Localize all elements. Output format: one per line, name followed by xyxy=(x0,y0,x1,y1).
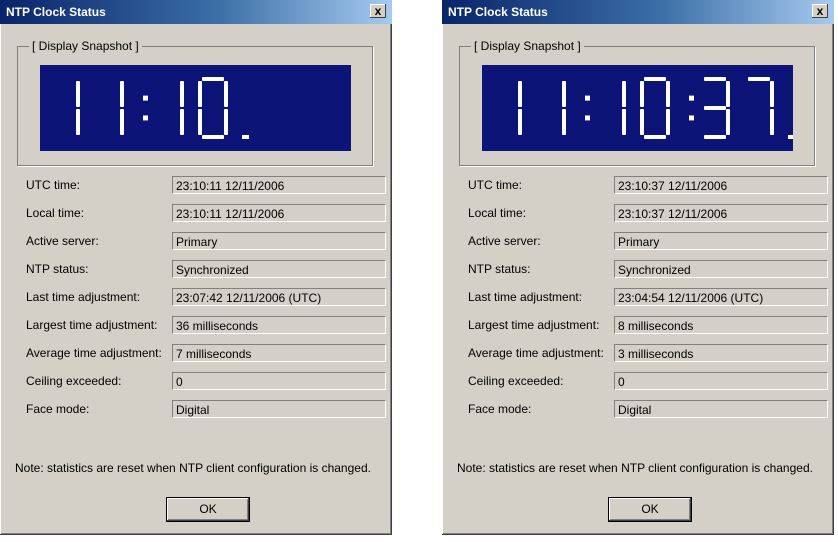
ntp-status-value: Synchronized xyxy=(614,260,828,278)
row-active-server: Active server: Primary xyxy=(468,232,828,252)
largest-time-adjustment-label: Largest time adjustment: xyxy=(26,318,158,332)
face-mode-value: Digital xyxy=(614,400,828,418)
average-time-adjustment-label: Average time adjustment: xyxy=(26,346,162,360)
utc-time-label: UTC time: xyxy=(26,178,80,192)
row-face-mode: Face mode: Digital xyxy=(468,400,828,420)
active-server-value: Primary xyxy=(614,232,828,250)
row-local-time: Local time: 23:10:11 12/11/2006 xyxy=(26,204,386,224)
largest-time-adjustment-value: 8 milliseconds xyxy=(614,316,828,334)
row-average-time-adjustment: Average time adjustment: 3 milliseconds xyxy=(468,344,828,364)
title-bar[interactable]: NTP Clock Status x xyxy=(442,0,834,24)
title-bar[interactable]: NTP Clock Status x xyxy=(0,0,392,24)
ntp-clock-status-dialog: NTP Clock Status x [ Display Snapshot ] … xyxy=(442,0,834,535)
largest-time-adjustment-value: 36 milliseconds xyxy=(172,316,386,334)
digital-clock-display xyxy=(40,65,351,151)
last-time-adjustment-label: Last time adjustment: xyxy=(468,290,583,304)
digital-clock-display xyxy=(482,65,793,151)
row-utc-time: UTC time: 23:10:11 12/11/2006 xyxy=(26,176,386,196)
close-button[interactable]: x xyxy=(812,4,828,18)
active-server-value: Primary xyxy=(172,232,386,250)
largest-time-adjustment-label: Largest time adjustment: xyxy=(468,318,600,332)
active-server-label: Active server: xyxy=(468,234,541,248)
ceiling-exceeded-value: 0 xyxy=(172,372,386,390)
local-time-label: Local time: xyxy=(26,206,85,220)
ntp-status-label: NTP status: xyxy=(26,262,89,276)
ceiling-exceeded-label: Ceiling exceeded: xyxy=(468,374,564,388)
face-mode-value: Digital xyxy=(172,400,386,418)
row-active-server: Active server: Primary xyxy=(26,232,386,252)
local-time-value: 23:10:37 12/11/2006 xyxy=(614,204,828,222)
row-ntp-status: NTP status: Synchronized xyxy=(468,260,828,280)
row-last-time-adjustment: Last time adjustment: 23:07:42 12/11/200… xyxy=(26,288,386,308)
utc-time-value: 23:10:11 12/11/2006 xyxy=(172,176,386,194)
row-last-time-adjustment: Last time adjustment: 23:04:54 12/11/200… xyxy=(468,288,828,308)
statistics-note: Note: statistics are reset when NTP clie… xyxy=(15,461,371,475)
display-snapshot-label: [ Display Snapshot ] xyxy=(29,39,142,53)
display-snapshot-group: [ Display Snapshot ] xyxy=(459,39,815,166)
utc-time-label: UTC time: xyxy=(468,178,522,192)
row-largest-time-adjustment: Largest time adjustment: 36 milliseconds xyxy=(26,316,386,336)
row-local-time: Local time: 23:10:37 12/11/2006 xyxy=(468,204,828,224)
ok-button[interactable]: OK xyxy=(608,497,692,522)
ntp-status-value: Synchronized xyxy=(172,260,386,278)
local-time-label: Local time: xyxy=(468,206,527,220)
display-snapshot-group: [ Display Snapshot ] xyxy=(17,39,373,166)
face-mode-label: Face mode: xyxy=(26,402,90,416)
ceiling-exceeded-label: Ceiling exceeded: xyxy=(26,374,122,388)
last-time-adjustment-label: Last time adjustment: xyxy=(26,290,141,304)
active-server-label: Active server: xyxy=(26,234,99,248)
row-face-mode: Face mode: Digital xyxy=(26,400,386,420)
row-utc-time: UTC time: 23:10:37 12/11/2006 xyxy=(468,176,828,196)
row-ntp-status: NTP status: Synchronized xyxy=(26,260,386,280)
close-button[interactable]: x xyxy=(370,4,386,18)
utc-time-value: 23:10:37 12/11/2006 xyxy=(614,176,828,194)
ok-button[interactable]: OK xyxy=(166,497,250,522)
clock-cursor xyxy=(788,135,793,139)
ceiling-exceeded-value: 0 xyxy=(614,372,828,390)
average-time-adjustment-value: 7 milliseconds xyxy=(172,344,386,362)
clock-cursor xyxy=(242,135,249,139)
last-time-adjustment-value: 23:04:54 12/11/2006 (UTC) xyxy=(614,288,828,306)
statistics-note: Note: statistics are reset when NTP clie… xyxy=(457,461,813,475)
row-average-time-adjustment: Average time adjustment: 7 milliseconds xyxy=(26,344,386,364)
ntp-status-label: NTP status: xyxy=(468,262,531,276)
display-background xyxy=(482,65,793,151)
average-time-adjustment-label: Average time adjustment: xyxy=(468,346,604,360)
row-ceiling-exceeded: Ceiling exceeded: 0 xyxy=(26,372,386,392)
last-time-adjustment-value: 23:07:42 12/11/2006 (UTC) xyxy=(172,288,386,306)
face-mode-label: Face mode: xyxy=(468,402,532,416)
row-largest-time-adjustment: Largest time adjustment: 8 milliseconds xyxy=(468,316,828,336)
window-title: NTP Clock Status xyxy=(448,5,548,19)
average-time-adjustment-value: 3 milliseconds xyxy=(614,344,828,362)
ntp-clock-status-dialog: NTP Clock Status x [ Display Snapshot ] … xyxy=(0,0,392,535)
display-background xyxy=(40,65,351,151)
window-title: NTP Clock Status xyxy=(6,5,106,19)
display-snapshot-label: [ Display Snapshot ] xyxy=(471,39,584,53)
row-ceiling-exceeded: Ceiling exceeded: 0 xyxy=(468,372,828,392)
local-time-value: 23:10:11 12/11/2006 xyxy=(172,204,386,222)
